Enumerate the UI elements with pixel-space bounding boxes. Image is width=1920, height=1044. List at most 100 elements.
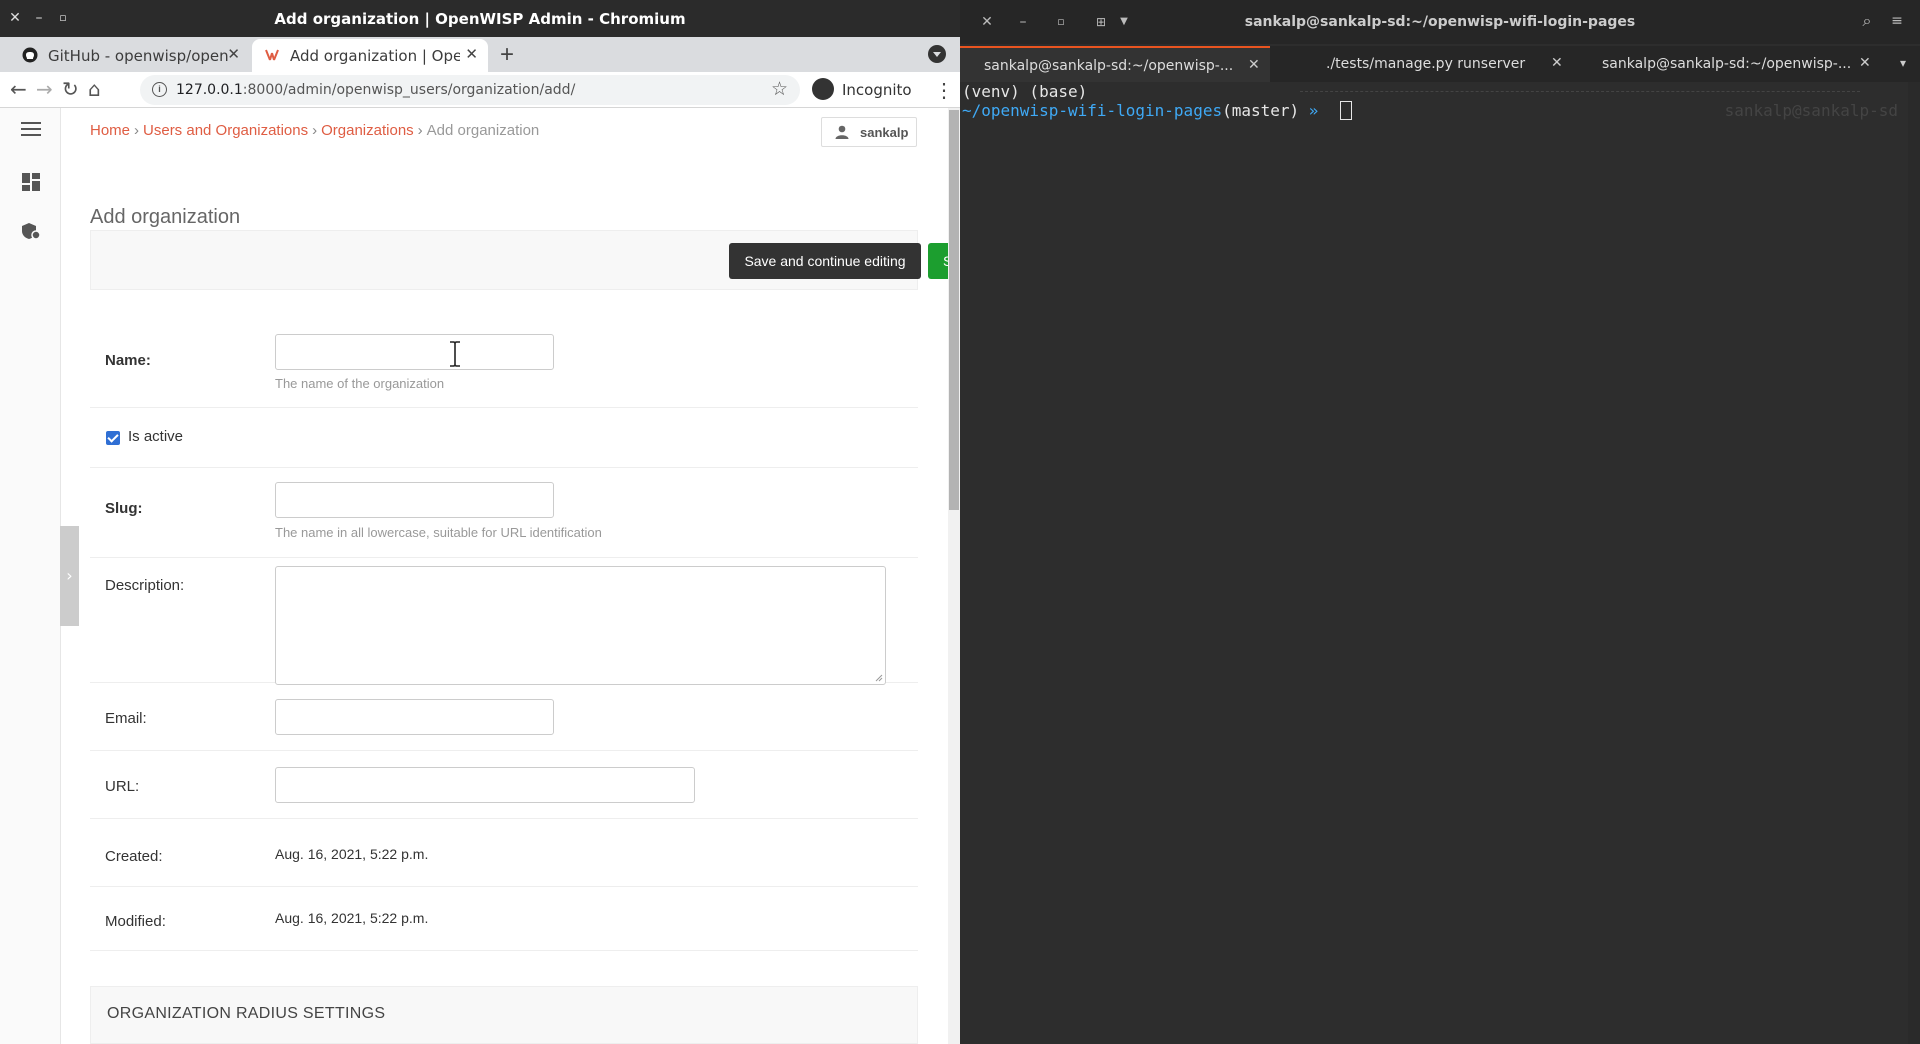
slug-help-text: The name in all lowercase, suitable for … [275, 525, 602, 540]
address-bar[interactable]: i 127.0.0.1:8000/admin/openwisp_users/or… [140, 75, 800, 105]
page-scrollbar-thumb[interactable] [949, 110, 959, 510]
page-title: Add organization [90, 206, 241, 228]
radius-settings-heading: ORGANIZATION RADIUS SETTINGS [107, 1005, 386, 1022]
openwisp-icon [265, 49, 279, 61]
terminal-tab-3[interactable]: sankalp@sankalp-sd:~/openwisp-... ✕ [1570, 46, 1890, 82]
is-active-label[interactable]: Is active [128, 428, 183, 445]
modified-label: Modified: [105, 913, 166, 930]
resize-handle-icon[interactable] [875, 674, 883, 682]
tab-add-organization[interactable]: Add organization | OpenW ✕ [252, 39, 488, 72]
email-input[interactable] [275, 699, 554, 735]
prompt-path: ~/openwisp-wifi-login-pages [962, 101, 1223, 120]
close-tab-icon[interactable]: ✕ [1551, 55, 1563, 71]
reload-icon[interactable]: ↻ [62, 77, 79, 101]
slug-input[interactable] [275, 482, 554, 518]
terminal-menu-icon[interactable]: ≡ [1888, 12, 1906, 30]
terminal-tab-strip: sankalp@sankalp-sd:~/openwisp-... ✕ ./te… [960, 46, 1920, 82]
terminal-prompt: ~/openwisp-wifi-login-pages(master) » [962, 101, 1318, 120]
tab-label: Add organization | OpenW [290, 47, 460, 65]
terminal-window-title: sankalp@sankalp-sd:~/openwisp-wifi-login… [1244, 14, 1636, 30]
user-name: sankalp [860, 125, 909, 140]
terminal-separator [1300, 91, 1860, 92]
url-label: URL: [105, 778, 140, 795]
admin-page: › Home › Users and Organizations › Organizat… [0, 108, 948, 1044]
name-help-text: The name of the organization [275, 376, 445, 391]
form-row-email: Email: [90, 683, 918, 751]
browser-menu-icon[interactable]: ⋮ [934, 78, 954, 103]
terminal-cursor [1340, 101, 1352, 120]
close-tab-icon[interactable]: ✕ [465, 45, 478, 63]
terminal-tab-label: sankalp@sankalp-sd:~/openwisp-... [1602, 56, 1852, 72]
description-label: Description: [105, 577, 185, 594]
user-menu-button[interactable]: sankalp [821, 117, 917, 147]
terminal-title-bar: ✕ – ▫ ⊞ ▼ sankalp@sankalp-sd:~/openwisp-… [960, 0, 1920, 44]
form-row-modified: Modified: Aug. 16, 2021, 5:22 p.m. [90, 887, 918, 951]
browser-title-bar: ✕ – ▫ Add organization | OpenWISP Admin … [0, 0, 960, 37]
terminal-tab-label: ./tests/manage.py runserver [1326, 56, 1526, 72]
breadcrumb-users-orgs[interactable]: Users and Organizations [143, 122, 308, 139]
terminal-tab-label: sankalp@sankalp-sd:~/openwisp-... [984, 58, 1234, 74]
search-icon[interactable]: ⌕ [1858, 12, 1876, 30]
tab-search-icon[interactable] [928, 45, 946, 63]
breadcrumb-current: Add organization [426, 122, 540, 139]
sidebar-toggle-button[interactable]: › [60, 526, 79, 626]
terminal-scrollbar[interactable] [1908, 82, 1920, 1044]
breadcrumb-organizations[interactable]: Organizations [321, 122, 414, 139]
tab-strip: GitHub - openwisp/openw ✕ Add organizati… [0, 37, 960, 72]
url-text: 127.0.0.1:8000/admin/openwisp_users/orga… [176, 82, 576, 98]
organization-shield-icon[interactable] [21, 222, 41, 240]
browser-window: ✕ – ▫ Add organization | OpenWISP Admin … [0, 0, 960, 1044]
left-nav [0, 108, 61, 1044]
bookmark-star-icon[interactable]: ☆ [771, 78, 788, 101]
close-tab-icon[interactable]: ✕ [227, 45, 240, 63]
created-value: Aug. 16, 2021, 5:22 p.m. [275, 846, 429, 862]
terminal-window: ✕ – ▫ ⊞ ▼ sankalp@sankalp-sd:~/openwisp-… [960, 0, 1920, 1044]
incognito-icon [812, 78, 834, 100]
prompt-branch: (master) [1222, 101, 1300, 120]
close-tab-icon[interactable]: ✕ [1859, 55, 1871, 71]
modified-value: Aug. 16, 2021, 5:22 p.m. [275, 910, 429, 926]
form-row-name: Name: The name of the organization [90, 318, 918, 408]
name-input[interactable] [275, 334, 554, 370]
url-input[interactable] [275, 767, 695, 803]
breadcrumb-home[interactable]: Home [90, 122, 130, 139]
terminal-tab-1[interactable]: sankalp@sankalp-sd:~/openwisp-... ✕ [960, 46, 1270, 82]
forward-icon[interactable]: → [36, 77, 53, 101]
created-label: Created: [105, 848, 163, 865]
terminal-tab-2[interactable]: ./tests/manage.py runserver ✕ [1270, 46, 1570, 82]
tab-label: GitHub - openwisp/openw [48, 47, 228, 65]
name-label: Name: [105, 352, 151, 369]
menu-hamburger-icon[interactable] [21, 122, 41, 136]
form-row-slug: Slug: The name in all lowercase, suitabl… [90, 468, 918, 558]
home-icon[interactable]: ⌂ [88, 77, 101, 101]
slug-label: Slug: [105, 500, 143, 517]
browser-toolbar: ← → ↻ ⌂ i 127.0.0.1:8000/admin/openwisp_… [0, 72, 960, 108]
is-active-checkbox[interactable] [106, 431, 120, 445]
back-icon[interactable]: ← [10, 77, 27, 101]
save-button[interactable]: SAVE [928, 243, 948, 279]
prompt-arrow: » [1308, 101, 1319, 120]
submit-row: Save and continue editing SAVE [90, 230, 948, 290]
close-tab-icon[interactable]: ✕ [1248, 57, 1260, 73]
text-cursor-icon [450, 341, 460, 367]
terminal-body[interactable]: (venv) (base) ~/openwisp-wifi-login-page… [960, 82, 1900, 1044]
browser-window-title: Add organization | OpenWISP Admin - Chro… [274, 10, 686, 28]
dashboard-icon[interactable] [22, 173, 40, 191]
email-label: Email: [105, 710, 147, 727]
save-and-continue-button[interactable]: Save and continue editing [729, 243, 921, 279]
terminal-tabs-menu-icon[interactable]: ▾ [1900, 56, 1906, 70]
form-row-created: Created: Aug. 16, 2021, 5:22 p.m. [90, 819, 918, 887]
terminal-right-prompt: sankalp@sankalp-sd [1724, 101, 1898, 120]
form-row-description: Description: [90, 558, 918, 685]
form-row-is-active: Is active [90, 408, 918, 468]
user-icon [835, 125, 849, 139]
tab-github[interactable]: GitHub - openwisp/openw ✕ [10, 39, 250, 72]
incognito-label: Incognito [842, 81, 912, 99]
description-textarea[interactable] [275, 566, 886, 685]
site-info-icon[interactable]: i [152, 82, 167, 97]
terminal-line: (venv) (base) [962, 82, 1088, 101]
radius-settings-section[interactable]: ORGANIZATION RADIUS SETTINGS [90, 986, 918, 1044]
form-row-url: URL: [90, 751, 918, 819]
new-tab-icon[interactable]: + [500, 41, 514, 69]
github-icon [22, 47, 38, 63]
